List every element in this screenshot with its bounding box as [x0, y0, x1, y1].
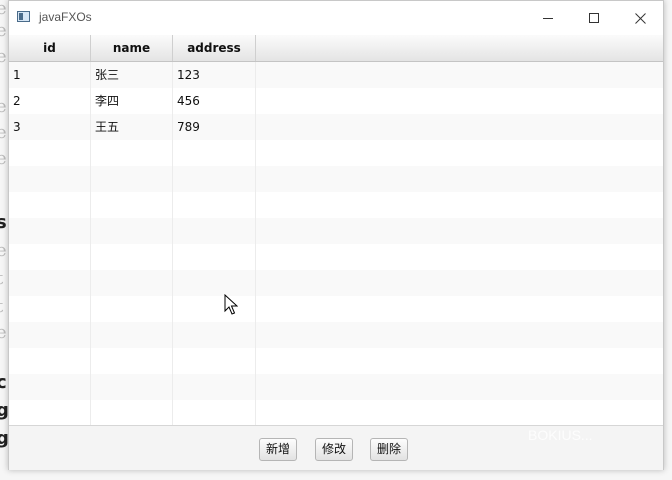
- empty-row: [9, 400, 663, 425]
- column-header-id[interactable]: id: [9, 35, 91, 61]
- column-header-name[interactable]: name: [91, 35, 173, 61]
- watermark: BOKIUS...: [528, 427, 593, 443]
- app-window: javaFXOs id name address 1 张三 123 2 李四 4…: [8, 0, 664, 470]
- cell-address: 456: [173, 88, 256, 114]
- empty-row: [9, 322, 663, 348]
- minimize-icon: [543, 17, 553, 19]
- data-table[interactable]: id name address 1 张三 123 2 李四 456 3 王五 7…: [9, 35, 663, 425]
- cell-name: 王五: [91, 114, 173, 140]
- cell-name: 李四: [91, 88, 173, 114]
- table-body: 1 张三 123 2 李四 456 3 王五 789: [9, 62, 663, 425]
- maximize-button[interactable]: [571, 1, 617, 35]
- cell-id: 3: [9, 114, 91, 140]
- empty-row: [9, 166, 663, 192]
- title-bar[interactable]: javaFXOs: [9, 1, 663, 35]
- column-header-address[interactable]: address: [173, 35, 256, 61]
- mouse-pointer-icon: [224, 294, 238, 315]
- empty-row: [9, 140, 663, 166]
- empty-row: [9, 296, 663, 322]
- cell-id: 2: [9, 88, 91, 114]
- table-row[interactable]: 1 张三 123: [9, 62, 663, 88]
- cell-address: 123: [173, 62, 256, 88]
- table-header: id name address: [9, 35, 663, 62]
- empty-row: [9, 218, 663, 244]
- add-button[interactable]: 新增: [259, 438, 298, 461]
- edit-button[interactable]: 修改: [315, 438, 354, 461]
- empty-row: [9, 348, 663, 374]
- empty-row: [9, 192, 663, 218]
- empty-row: [9, 270, 663, 296]
- app-window-icon: [17, 11, 30, 22]
- window-title: javaFXOs: [39, 10, 92, 24]
- empty-row: [9, 244, 663, 270]
- cell-id: 1: [9, 62, 91, 88]
- table-row[interactable]: 2 李四 456: [9, 88, 663, 114]
- maximize-icon: [589, 13, 599, 23]
- empty-row: [9, 374, 663, 400]
- minimize-button[interactable]: [525, 1, 571, 35]
- close-icon: [634, 12, 646, 24]
- cell-name: 张三: [91, 62, 173, 88]
- delete-button[interactable]: 删除: [370, 438, 409, 461]
- table-row[interactable]: 3 王五 789: [9, 114, 663, 140]
- cell-address: 789: [173, 114, 256, 140]
- close-button[interactable]: [617, 1, 663, 35]
